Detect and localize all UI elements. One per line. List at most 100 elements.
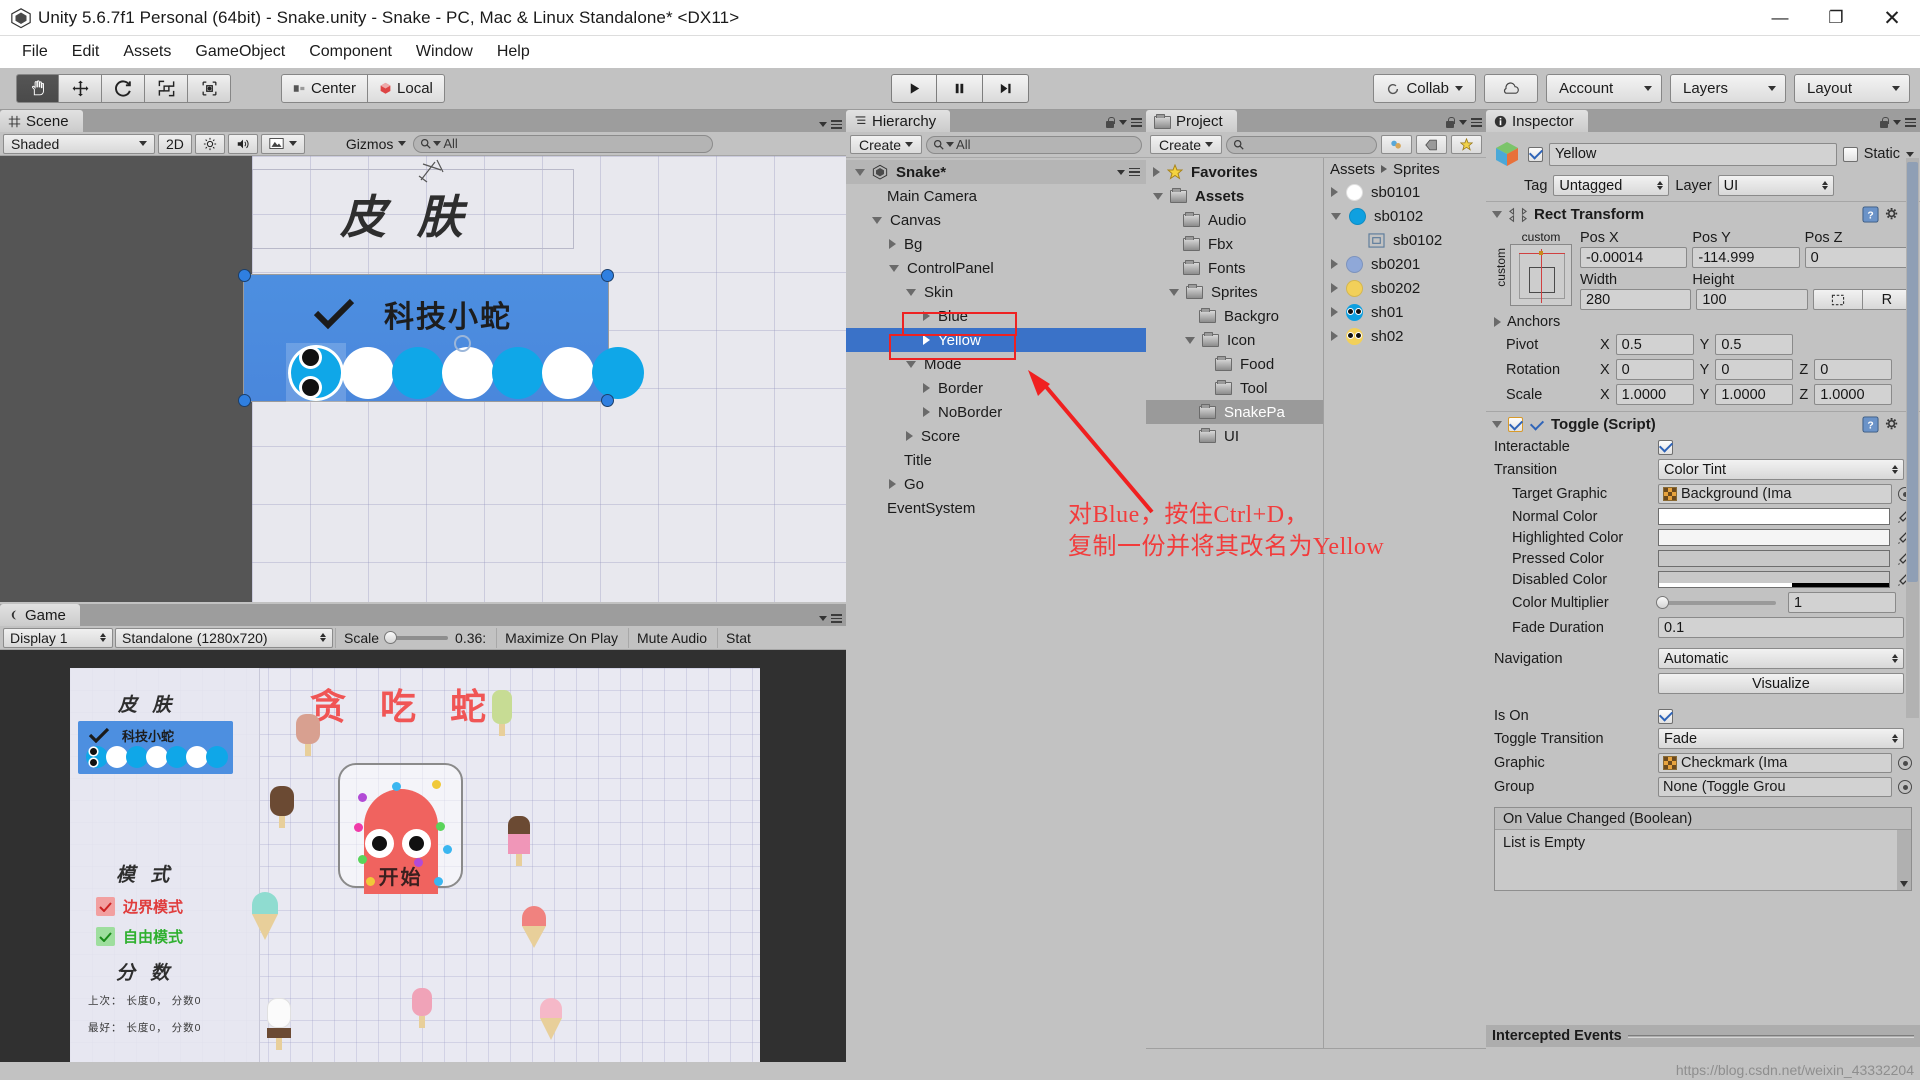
chevron-right-icon[interactable]	[1153, 167, 1160, 177]
rotation-y-input[interactable]: 0	[1715, 359, 1794, 380]
game-skin-toggle[interactable]: 科技小蛇	[78, 721, 233, 774]
project-folder-assets[interactable]: Assets	[1146, 184, 1323, 208]
toggle-transition-dropdown[interactable]: Fade	[1658, 728, 1904, 749]
tab-game[interactable]: Game	[0, 604, 80, 626]
panel-menu-icon[interactable]	[1131, 118, 1142, 127]
minimize-button[interactable]: —	[1752, 0, 1808, 36]
scene-handle-tl[interactable]	[238, 269, 251, 282]
chevron-right-icon[interactable]	[889, 239, 896, 249]
project-folder-food[interactable]: Food	[1146, 352, 1323, 376]
scene-context-menu[interactable]	[1117, 167, 1140, 177]
project-folder-tool[interactable]: Tool	[1146, 376, 1323, 400]
chevron-down-icon[interactable]	[1185, 336, 1195, 344]
scene-audio-toggle[interactable]	[227, 133, 258, 154]
anchors-row[interactable]: Anchors	[1486, 310, 1920, 332]
cloud-button[interactable]	[1484, 74, 1538, 103]
pivot-x-input[interactable]: 0.5	[1615, 334, 1694, 355]
menu-file[interactable]: File	[10, 40, 60, 64]
chevron-right-icon[interactable]	[889, 479, 896, 489]
normal-color-swatch[interactable]	[1658, 508, 1890, 525]
scale-z-input[interactable]: 1.0000	[1814, 384, 1893, 405]
panel-menu-icon[interactable]	[1905, 118, 1916, 127]
hierarchy-item-skin[interactable]: Skin	[846, 280, 1146, 304]
project-folder-ui[interactable]: UI	[1146, 424, 1323, 448]
chevron-down-icon[interactable]	[906, 288, 916, 296]
chevron-right-icon[interactable]	[923, 407, 930, 417]
highlighted-color-swatch[interactable]	[1658, 529, 1890, 546]
game-mode-border-row[interactable]: 边界模式	[96, 896, 183, 917]
scene-tab-menu[interactable]	[819, 120, 842, 129]
group-field[interactable]: None (Toggle Grou	[1658, 777, 1892, 797]
pivot-rotation-button[interactable]: Local	[368, 74, 445, 103]
lock-icon[interactable]	[1105, 116, 1115, 129]
game-stats-toggle[interactable]: Stat	[717, 627, 759, 648]
interactable-checkbox[interactable]	[1658, 439, 1673, 455]
blueprint-mode-button[interactable]	[1812, 289, 1863, 310]
static-checkbox[interactable]	[1842, 146, 1858, 162]
pivot-mode-button[interactable]: Center	[281, 74, 369, 103]
inspector-scroll-thumb[interactable]	[1907, 162, 1918, 582]
toggle-component-header[interactable]: Toggle (Script) ?	[1486, 411, 1920, 437]
chevron-down-icon[interactable]	[855, 168, 865, 176]
height-input[interactable]: 100	[1696, 289, 1808, 310]
hierarchy-create-button[interactable]: Create	[850, 135, 923, 154]
tab-project[interactable]: Project	[1146, 110, 1237, 132]
tab-scene[interactable]: Scene	[0, 110, 83, 132]
pressed-color-swatch[interactable]	[1658, 550, 1890, 567]
project-folder-audio[interactable]: Audio	[1146, 208, 1323, 232]
scene-viewport[interactable]: 皮 肤 科技小蛇	[0, 156, 846, 602]
menu-help[interactable]: Help	[485, 40, 542, 64]
game-tab-menu[interactable]	[819, 614, 842, 623]
menu-window[interactable]: Window	[404, 40, 485, 64]
panel-menu-icon[interactable]	[1471, 118, 1482, 127]
layout-button[interactable]: Layout	[1794, 74, 1910, 103]
project-filter-type-button[interactable]	[1381, 135, 1412, 154]
fade-duration-input[interactable]: 0.1	[1658, 617, 1904, 638]
project-asset-sb0101[interactable]: sb0101	[1324, 180, 1486, 204]
toggle-script-icon-checkbox[interactable]	[1508, 417, 1523, 432]
chevron-down-icon[interactable]	[1169, 288, 1179, 296]
chevron-down-icon[interactable]	[906, 360, 916, 368]
layer-dropdown[interactable]: UI	[1717, 175, 1834, 196]
chevron-right-icon[interactable]	[1331, 307, 1338, 317]
chevron-down-icon[interactable]	[1492, 211, 1502, 218]
project-search-input[interactable]	[1226, 135, 1377, 154]
hierarchy-tab-menu[interactable]	[1105, 116, 1142, 129]
lock-icon[interactable]	[1445, 116, 1455, 129]
rect-transform-header[interactable]: Rect Transform ?	[1486, 201, 1920, 227]
visualize-button[interactable]: Visualize	[1658, 673, 1904, 694]
scene-lighting-toggle[interactable]	[194, 133, 225, 154]
disabled-color-swatch[interactable]	[1658, 571, 1890, 588]
collab-button[interactable]: Collab	[1373, 74, 1476, 103]
chevron-down-icon[interactable]	[1153, 192, 1163, 200]
navigation-dropdown[interactable]: Automatic	[1658, 648, 1904, 669]
hierarchy-item-canvas[interactable]: Canvas	[846, 208, 1146, 232]
pivot-y-input[interactable]: 0.5	[1715, 334, 1794, 355]
menu-edit[interactable]: Edit	[60, 40, 112, 64]
chevron-right-icon[interactable]	[1331, 283, 1338, 293]
raw-edit-button[interactable]: R	[1862, 289, 1912, 310]
menu-component[interactable]: Component	[297, 40, 404, 64]
chevron-down-icon[interactable]	[889, 264, 899, 272]
scene-effects-toggle[interactable]	[260, 133, 305, 154]
project-asset-sb0102[interactable]: sb0102	[1324, 204, 1486, 228]
graphic-picker[interactable]	[1898, 756, 1912, 770]
chevron-right-icon[interactable]	[1331, 259, 1338, 269]
inspector-tab-menu[interactable]	[1879, 116, 1916, 129]
scene-handle-tr[interactable]	[601, 269, 614, 282]
lock-icon[interactable]	[1879, 116, 1889, 129]
scene-gizmos-dropdown[interactable]: Gizmos	[339, 134, 413, 154]
chevron-down-icon[interactable]	[1492, 421, 1502, 428]
event-list-scrollbar[interactable]	[1897, 830, 1911, 890]
pos-z-input[interactable]: 0	[1804, 247, 1912, 268]
account-button[interactable]: Account	[1546, 74, 1662, 103]
layers-button[interactable]: Layers	[1670, 74, 1786, 103]
chevron-right-icon[interactable]	[906, 431, 913, 441]
project-asset-sb0202[interactable]: sb0202	[1324, 276, 1486, 300]
breadcrumb-assets[interactable]: Assets	[1330, 161, 1375, 178]
hand-tool-button[interactable]	[16, 74, 59, 103]
game-maximize-toggle[interactable]: Maximize On Play	[496, 627, 626, 648]
panel-menu-icon[interactable]	[831, 120, 842, 129]
pause-button[interactable]	[937, 74, 983, 103]
tag-dropdown[interactable]: Untagged	[1553, 175, 1670, 196]
